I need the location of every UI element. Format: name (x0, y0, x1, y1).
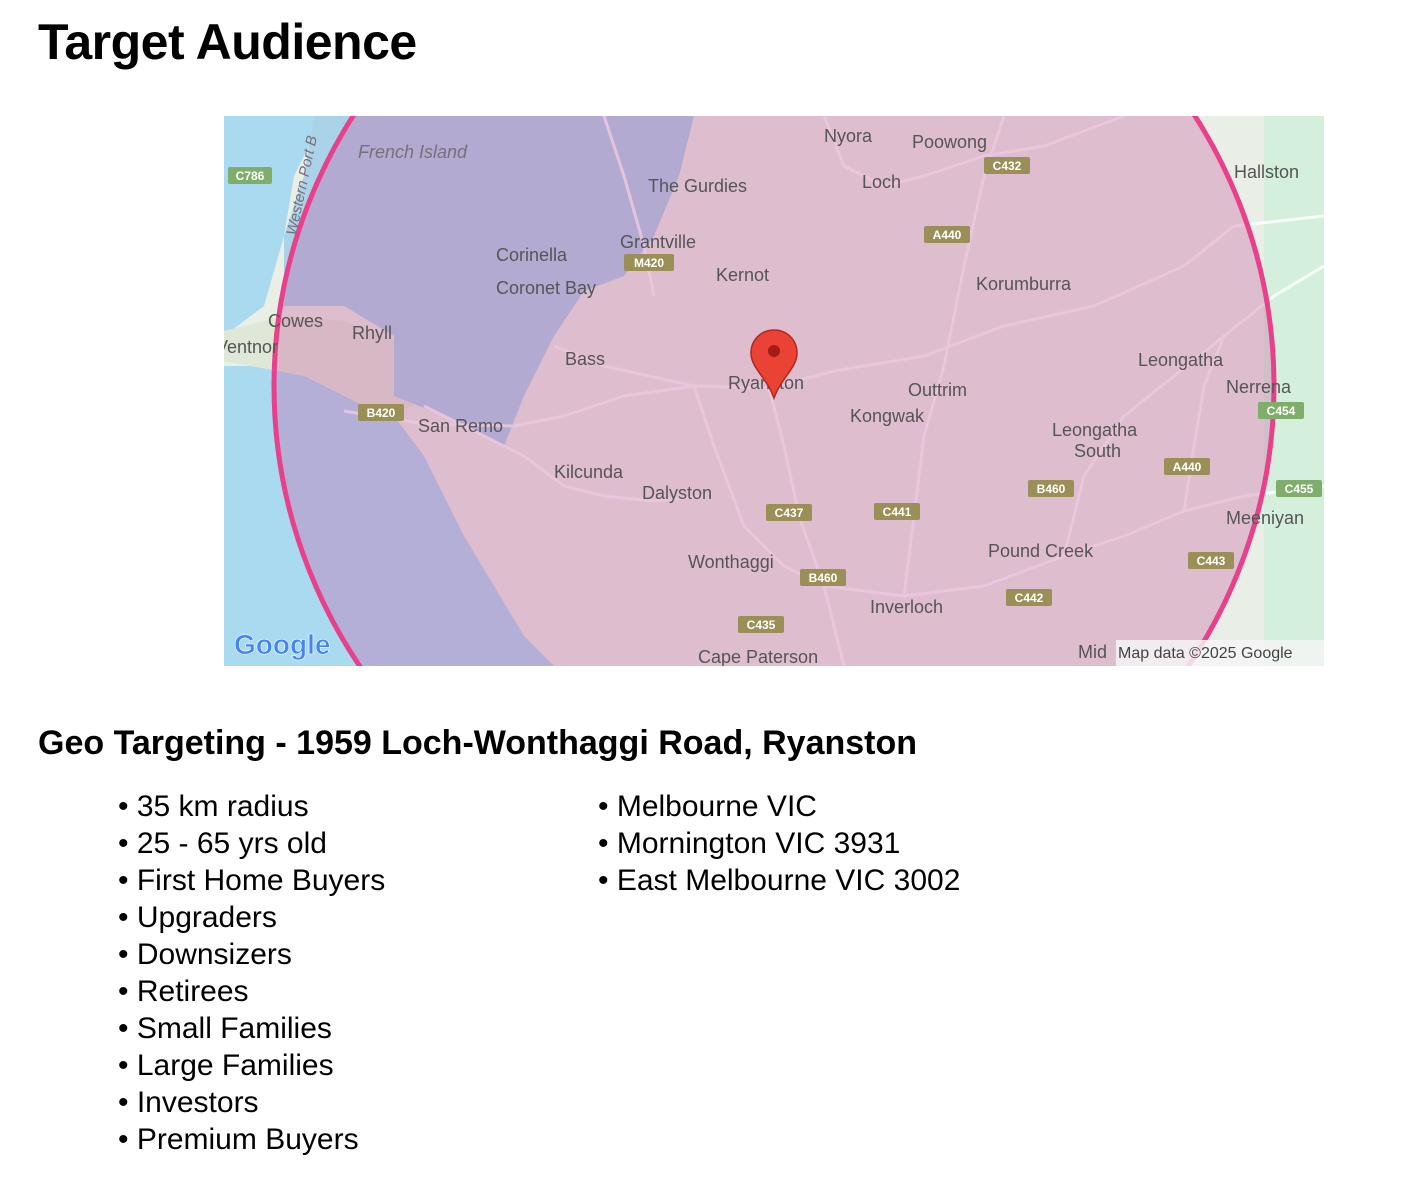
map-label-the-gurdies: The Gurdies (648, 176, 747, 196)
list-item: Upgraders (118, 899, 385, 936)
map-label-pound-creek: Pound Creek (988, 541, 1094, 561)
shield-c432-label: C432 (993, 159, 1022, 173)
list-item: East Melbourne VIC 3002 (598, 862, 961, 899)
list-item: Downsizers (118, 936, 385, 973)
list-item: 35 km radius (118, 788, 385, 825)
list-item: Large Families (118, 1047, 385, 1084)
map-label-kernot: Kernot (716, 265, 769, 285)
map-attribution[interactable]: Map data ©2025 Google (1118, 645, 1293, 662)
shield-a440-right-label: A440 (1173, 460, 1202, 474)
shield-b420-label: B420 (367, 406, 396, 420)
shield-c443-label: C443 (1197, 554, 1226, 568)
map-label-corinella: Corinella (496, 245, 568, 265)
location-list: Melbourne VIC Mornington VIC 3931 East M… (598, 788, 961, 899)
map-label-meeniyan: Meeniyan (1226, 508, 1304, 528)
page-title: Target Audience (38, 14, 417, 70)
shield-c455-label: C455 (1285, 482, 1314, 496)
map-label-leongatha-south-2: South (1074, 441, 1121, 461)
map-label-dalyston: Dalyston (642, 483, 712, 503)
map-label-nyora: Nyora (824, 126, 873, 146)
map-label-loch: Loch (862, 172, 901, 192)
map-label-cowes: Cowes (268, 311, 323, 331)
list-item: Melbourne VIC (598, 788, 960, 825)
shield-c441-label: C441 (883, 505, 912, 519)
shield-c442-label: C442 (1015, 591, 1044, 605)
map-label-ventnor: Ventnor (224, 337, 278, 357)
map-label-grantville: Grantville (620, 232, 696, 252)
map-label-rhyll: Rhyll (352, 323, 392, 343)
map-label-nerrena: Nerrena (1226, 377, 1292, 397)
map-label-bass: Bass (565, 349, 605, 369)
map[interactable]: French Island Western Port B Nyora Poowo… (224, 116, 1324, 666)
list-item: Investors (118, 1084, 385, 1121)
shield-a440-top-label: A440 (933, 228, 962, 242)
svg-text:Google: Google (234, 629, 330, 660)
map-label-inverloch: Inverloch (870, 597, 943, 617)
map-label-kongwak: Kongwak (850, 406, 925, 426)
google-logo: Google (234, 629, 331, 661)
shield-c437-label: C437 (775, 506, 804, 520)
map-label-korumburra: Korumburra (976, 274, 1072, 294)
map-label-french-island: French Island (358, 142, 468, 162)
geo-targeting-title: Geo Targeting - 1959 Loch-Wonthaggi Road… (38, 724, 918, 762)
map-label-mid: Mid (1078, 642, 1107, 662)
list-item: Retirees (118, 973, 385, 1010)
list-item: Premium Buyers (118, 1121, 385, 1158)
shield-c786-label: C786 (236, 169, 265, 183)
list-item: First Home Buyers (118, 862, 385, 899)
list-item: 25 - 65 yrs old (118, 825, 385, 862)
shield-b460-right-label: B460 (1037, 482, 1066, 496)
map-label-kilcunda: Kilcunda (554, 462, 624, 482)
map-canvas[interactable]: French Island Western Port B Nyora Poowo… (224, 116, 1324, 666)
shield-c435-label: C435 (747, 618, 776, 632)
audience-list: 35 km radius 25 - 65 yrs old First Home … (118, 788, 385, 1158)
map-label-coronet-bay: Coronet Bay (496, 278, 596, 298)
shield-b460-mid-label: B460 (809, 571, 838, 585)
list-item: Mornington VIC 3931 (598, 825, 960, 862)
shield-c454-label: C454 (1267, 404, 1296, 418)
list-item: Small Families (118, 1010, 385, 1047)
map-label-wonthaggi: Wonthaggi (688, 552, 774, 572)
map-label-poowong: Poowong (912, 132, 987, 152)
map-label-hallston: Hallston (1234, 162, 1299, 182)
map-label-leongatha: Leongatha (1138, 350, 1224, 370)
shield-m420-label: M420 (634, 256, 664, 270)
map-label-san-remo: San Remo (418, 416, 503, 436)
map-label-cape-paterson: Cape Paterson (698, 647, 818, 666)
map-label-leongatha-south-1: Leongatha (1052, 420, 1138, 440)
map-label-outtrim: Outtrim (908, 380, 967, 400)
